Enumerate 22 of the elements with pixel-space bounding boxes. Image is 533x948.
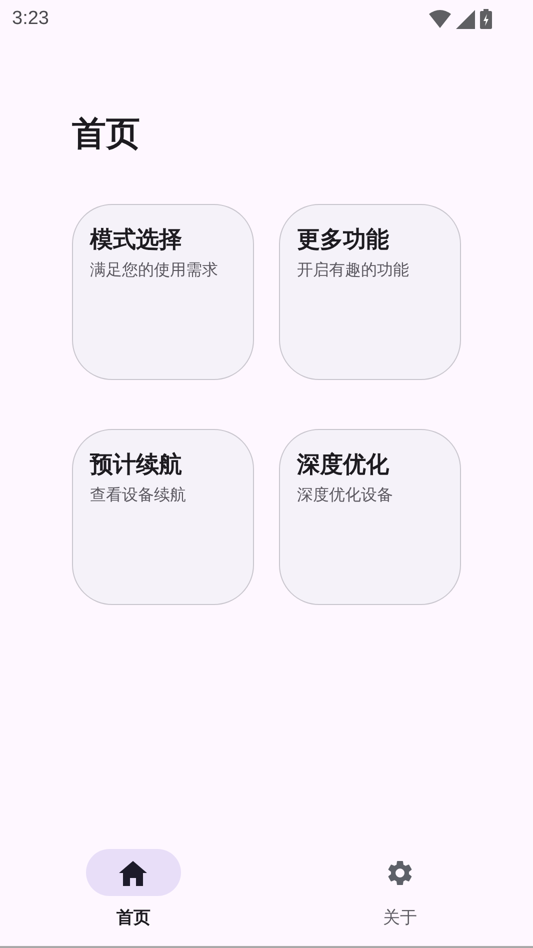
feature-card[interactable]: 更多功能 开启有趣的功能 bbox=[279, 204, 461, 380]
card-title: 更多功能 bbox=[297, 226, 389, 255]
nav-item[interactable]: 关于 bbox=[266, 842, 533, 942]
signal-icon bbox=[456, 10, 475, 28]
card-title: 模式选择 bbox=[90, 226, 182, 255]
home-icon bbox=[118, 860, 148, 886]
feature-card[interactable]: 预计续航 查看设备续航 bbox=[72, 429, 254, 605]
nav-label: 关于 bbox=[382, 907, 417, 929]
status-time: 3:23 bbox=[12, 8, 49, 30]
card-title: 预计续航 bbox=[90, 451, 182, 480]
feature-card[interactable]: 模式选择 满足您的使用需求 bbox=[72, 204, 254, 380]
nav-item[interactable]: 首页 bbox=[0, 842, 266, 942]
card-subtitle: 开启有趣的功能 bbox=[297, 259, 409, 281]
feature-card[interactable]: 深度优化 深度优化设备 bbox=[279, 429, 461, 605]
card-title: 深度优化 bbox=[297, 451, 389, 480]
battery-icon bbox=[480, 9, 492, 29]
card-subtitle: 满足您的使用需求 bbox=[90, 259, 218, 281]
page-title: 首页 bbox=[72, 113, 141, 156]
card-subtitle: 查看设备续航 bbox=[90, 484, 186, 506]
nav-label: 首页 bbox=[116, 907, 150, 929]
wifi-icon bbox=[429, 10, 451, 28]
card-subtitle: 深度优化设备 bbox=[297, 484, 393, 506]
